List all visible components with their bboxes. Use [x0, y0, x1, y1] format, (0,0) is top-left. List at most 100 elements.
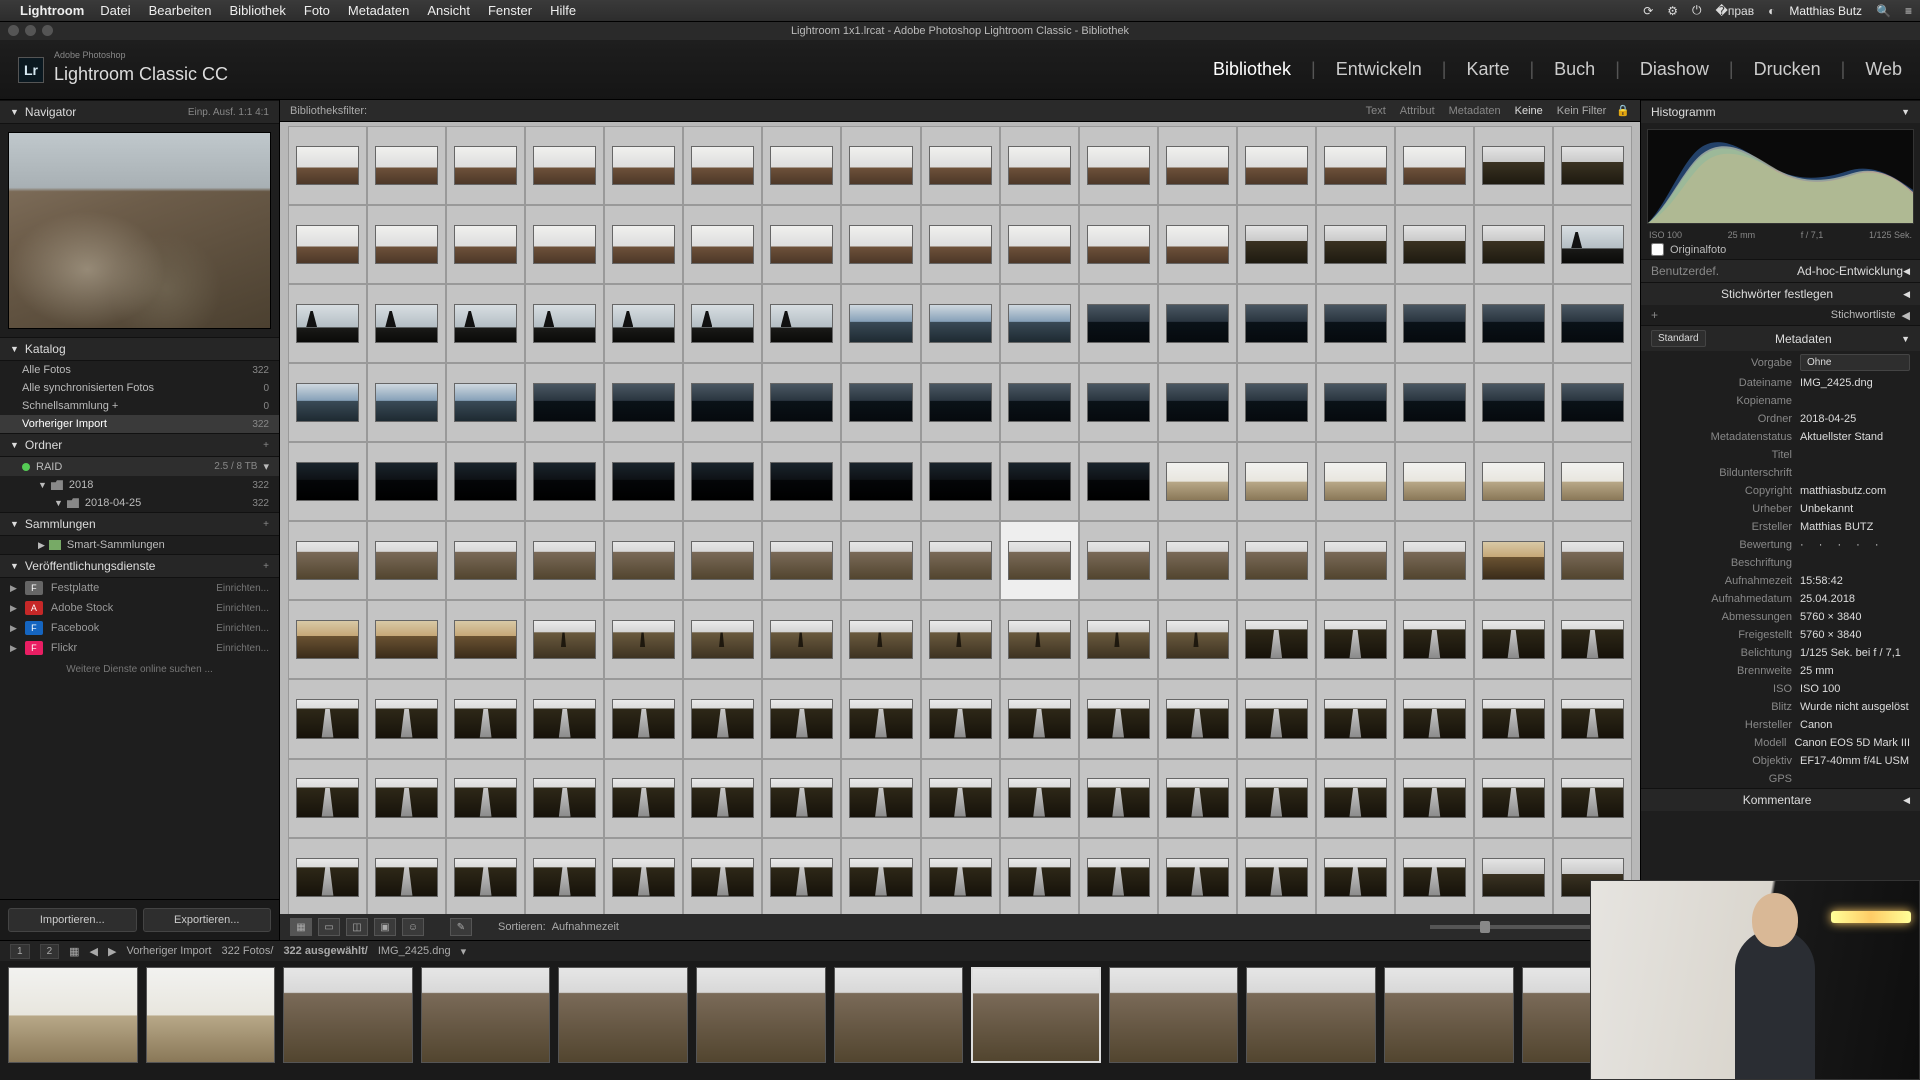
thumbnail[interactable] — [1166, 146, 1229, 185]
grid-cell[interactable] — [604, 126, 683, 205]
thumbnail[interactable] — [1166, 225, 1229, 264]
second-monitor-2[interactable]: 2 — [40, 944, 60, 959]
menu-metadaten[interactable]: Metadaten — [348, 3, 409, 18]
grid-cell[interactable] — [1158, 600, 1237, 679]
grid-cell[interactable] — [1237, 284, 1316, 363]
thumbnail[interactable] — [770, 383, 833, 422]
grid-cell[interactable] — [1316, 759, 1395, 838]
thumbnail[interactable] — [1403, 699, 1466, 738]
grid-cell[interactable] — [921, 679, 1000, 758]
menu-foto[interactable]: Foto — [304, 3, 330, 18]
thumbnail[interactable] — [612, 146, 675, 185]
filter-preset[interactable]: Kein Filter — [1557, 105, 1607, 117]
grid-cell[interactable] — [1474, 679, 1553, 758]
thumbnail[interactable] — [929, 858, 992, 897]
grid-cell[interactable] — [1316, 205, 1395, 284]
thumbnail[interactable] — [770, 462, 833, 501]
grid-cell[interactable] — [525, 284, 604, 363]
grid-cell[interactable] — [1316, 838, 1395, 914]
thumbnail[interactable] — [1324, 541, 1387, 580]
thumbnail[interactable] — [849, 462, 912, 501]
thumbnail[interactable] — [1008, 858, 1071, 897]
grid-cell[interactable] — [762, 759, 841, 838]
grid-cell[interactable] — [762, 442, 841, 521]
grid-cell[interactable] — [367, 363, 446, 442]
service-setup-link[interactable]: Einrichten... — [216, 623, 269, 634]
thumbnail[interactable] — [296, 778, 359, 817]
thumbnail[interactable] — [454, 462, 517, 501]
thumbnail[interactable] — [691, 541, 754, 580]
thumbnail[interactable] — [1166, 778, 1229, 817]
collections-header[interactable]: ▼ Sammlungen + — [0, 512, 279, 536]
grid-cell[interactable] — [1000, 521, 1079, 600]
grid-cell[interactable] — [604, 679, 683, 758]
disclosure-icon[interactable]: ▶ — [10, 583, 17, 594]
thumbnail[interactable] — [612, 304, 675, 343]
grid-cell[interactable] — [446, 521, 525, 600]
grid-cell[interactable] — [604, 284, 683, 363]
filter-tab-text[interactable]: Text — [1366, 105, 1386, 117]
grid-cell[interactable] — [1395, 679, 1474, 758]
catalog-header[interactable]: ▼ Katalog — [0, 337, 279, 361]
grid-mini-icon[interactable]: ▦ — [69, 945, 79, 958]
grid-cell[interactable] — [1079, 521, 1158, 600]
grid-cell[interactable] — [683, 838, 762, 914]
filmstrip-thumb[interactable] — [1246, 967, 1376, 1063]
thumbnail[interactable] — [691, 383, 754, 422]
grid-cell[interactable] — [1395, 521, 1474, 600]
filmstrip-thumb[interactable] — [696, 967, 826, 1063]
histogram-header[interactable]: Histogramm▼ — [1641, 100, 1920, 123]
grid-cell[interactable] — [1237, 759, 1316, 838]
thumbnail[interactable] — [1245, 541, 1308, 580]
grid-cell[interactable] — [1553, 759, 1632, 838]
thumbnail[interactable] — [454, 778, 517, 817]
grid-cell[interactable] — [1395, 600, 1474, 679]
grid-cell[interactable] — [1395, 205, 1474, 284]
publish-more-link[interactable]: Weitere Dienste online suchen ... — [0, 658, 279, 681]
thumbnail[interactable] — [691, 225, 754, 264]
original-checkbox[interactable] — [1651, 243, 1664, 256]
grid-cell[interactable] — [604, 442, 683, 521]
thumbnail[interactable] — [1008, 383, 1071, 422]
thumbnail[interactable] — [1324, 146, 1387, 185]
grid-cell[interactable] — [288, 759, 367, 838]
service-setup-link[interactable]: Einrichten... — [216, 583, 269, 594]
thumbnail[interactable] — [1166, 304, 1229, 343]
meta-value[interactable]: matthiasbutz.com — [1800, 485, 1910, 497]
thumbnail[interactable] — [1324, 778, 1387, 817]
view-compare-icon[interactable]: ◫ — [346, 918, 368, 936]
thumbnail[interactable] — [1166, 383, 1229, 422]
grid-cell[interactable] — [604, 521, 683, 600]
grid-cell[interactable] — [1237, 679, 1316, 758]
service-setup-link[interactable]: Einrichten... — [216, 603, 269, 614]
grid-cell[interactable] — [1079, 284, 1158, 363]
thumbnail[interactable] — [1087, 778, 1150, 817]
disclosure-icon[interactable]: ▼ — [38, 480, 47, 490]
thumbnail[interactable] — [691, 699, 754, 738]
grid-cell[interactable] — [1474, 205, 1553, 284]
view-grid-icon[interactable]: ▦ — [290, 918, 312, 936]
thumbnail[interactable] — [1561, 383, 1624, 422]
thumbnail[interactable] — [1324, 699, 1387, 738]
filmstrip-thumb[interactable] — [1109, 967, 1239, 1063]
thumbnail[interactable] — [849, 541, 912, 580]
thumbnail[interactable] — [1324, 620, 1387, 659]
grid-cell[interactable] — [1237, 205, 1316, 284]
grid-cell[interactable] — [1000, 759, 1079, 838]
thumbnail[interactable] — [454, 383, 517, 422]
grid-cell[interactable] — [921, 600, 1000, 679]
thumbnail[interactable] — [1008, 620, 1071, 659]
thumbnail[interactable] — [612, 225, 675, 264]
thumbnail[interactable] — [1087, 620, 1150, 659]
thumbnail[interactable] — [1561, 462, 1624, 501]
drive-row[interactable]: RAID 2.5 / 8 TB ▾ — [0, 457, 279, 476]
disclosure-icon[interactable]: ▶ — [10, 643, 17, 654]
thumbnail[interactable] — [849, 858, 912, 897]
thumbnail[interactable] — [1403, 225, 1466, 264]
grid-cell[interactable] — [367, 284, 446, 363]
thumbnail[interactable] — [375, 699, 438, 738]
grid-cell[interactable] — [1237, 126, 1316, 205]
grid-cell[interactable] — [288, 679, 367, 758]
grid-cell[interactable] — [1474, 521, 1553, 600]
grid-cell[interactable] — [1000, 363, 1079, 442]
